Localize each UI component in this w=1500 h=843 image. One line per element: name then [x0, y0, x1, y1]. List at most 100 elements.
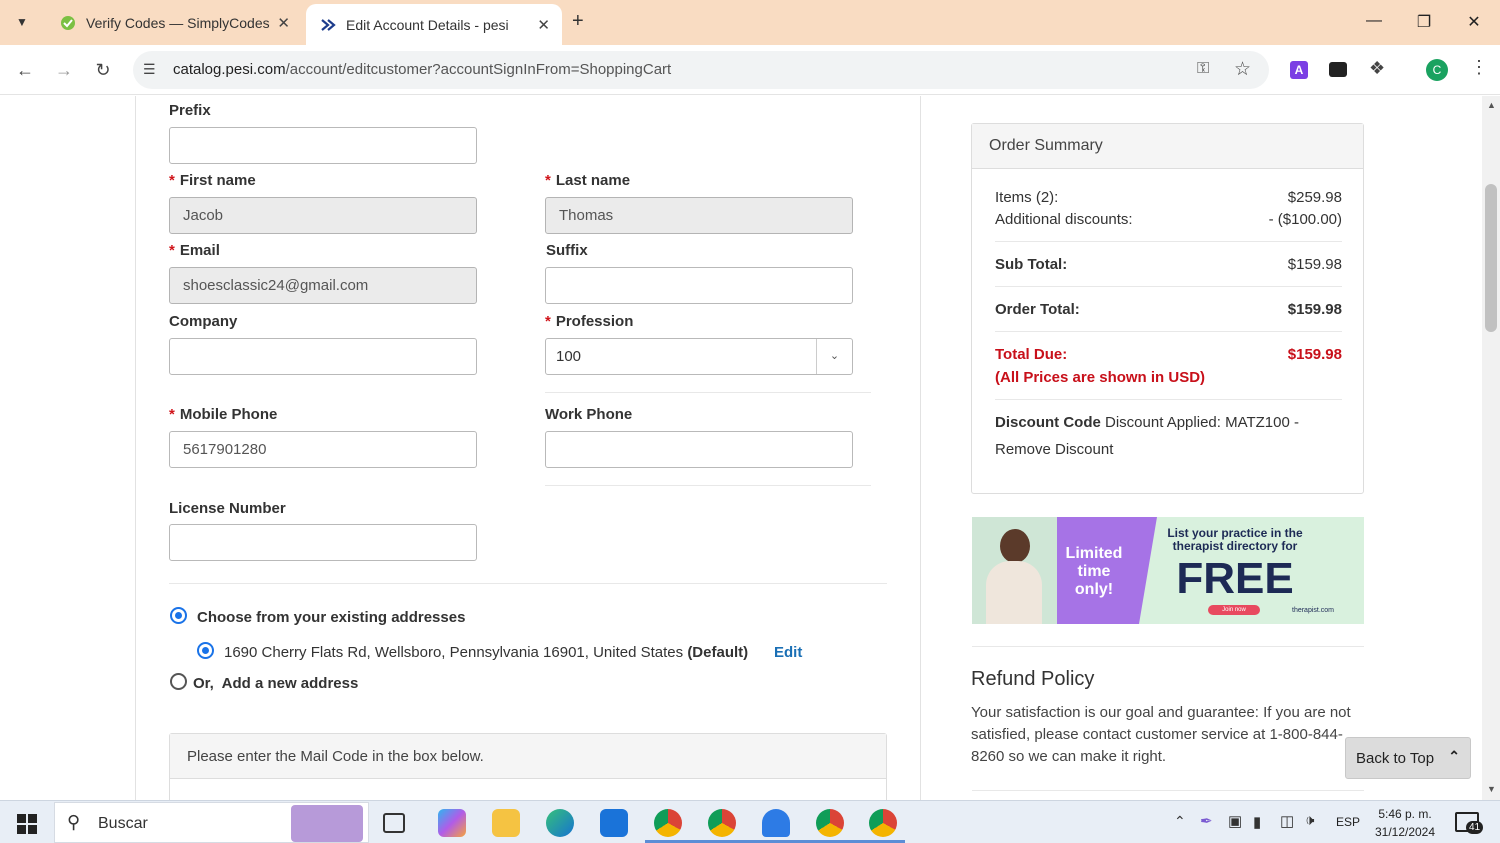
volume-icon[interactable]: 🕩 — [1305, 812, 1314, 829]
close-tab-icon[interactable]: ✕ — [537, 16, 550, 34]
chevron-down-icon[interactable]: ⌄ — [816, 339, 852, 374]
taskbar-search-placeholder: Buscar — [98, 815, 148, 832]
meet-icon[interactable]: ▣ — [1228, 812, 1242, 830]
language-indicator[interactable]: ESP — [1336, 815, 1360, 829]
divider — [972, 646, 1364, 647]
therapist-ad-banner[interactable]: Limited time only! List your practice in… — [972, 517, 1364, 624]
divider — [972, 790, 1364, 791]
ad-free: FREE — [1176, 554, 1294, 603]
tab-simplycodes[interactable]: Verify Codes — SimplyCodes ✕ — [46, 6, 302, 39]
extensions-puzzle-icon[interactable]: ❖ — [1369, 58, 1385, 79]
extension-a-icon[interactable]: A — [1290, 61, 1308, 79]
page-scrollbar[interactable]: ▲ ▼ — [1482, 96, 1500, 800]
windows-start-icon[interactable] — [17, 814, 37, 834]
refund-policy-title: Refund Policy — [971, 668, 1095, 690]
browser-toolbar: ← → ↻ ☰ catalog.pesi.com/account/editcus… — [0, 45, 1500, 95]
windows-taskbar: ⚲ Buscar ⌃ ✒ ▣ ▮ ◫ 🕩 ESP 5:46 p. m. 31/1… — [0, 800, 1500, 843]
center-border — [920, 96, 921, 800]
address-bar[interactable]: ☰ catalog.pesi.com/account/editcustomer?… — [133, 51, 1269, 89]
work-phone-input[interactable] — [545, 431, 853, 468]
ad-join-button[interactable]: Join now — [1208, 605, 1260, 615]
company-label: Company — [169, 313, 238, 330]
reload-icon[interactable]: ↻ — [92, 59, 114, 81]
forward-icon[interactable]: → — [53, 59, 75, 81]
work-phone-label: Work Phone — [545, 406, 633, 423]
app-arc-icon[interactable] — [762, 809, 790, 837]
scroll-down-arrow-icon[interactable]: ▼ — [1487, 784, 1496, 794]
ad-headline: List your practice in the therapist dire… — [1167, 526, 1303, 553]
chevron-up-icon: ⌃ — [1448, 748, 1460, 764]
tray-chevron-up-icon[interactable]: ⌃ — [1174, 813, 1186, 830]
company-input[interactable] — [169, 338, 477, 375]
simplycodes-icon — [60, 15, 76, 31]
mail-icon[interactable] — [600, 809, 628, 837]
scrollbar-thumb[interactable] — [1485, 184, 1497, 332]
subtotal-row: Sub Total: $159.98 — [995, 256, 1342, 273]
copilot-icon[interactable] — [438, 809, 466, 837]
network-icon[interactable]: ◫ — [1280, 812, 1294, 830]
email-input[interactable]: shoesclassic24@gmail.com — [169, 267, 477, 304]
taskbar-search-box[interactable]: ⚲ Buscar — [54, 802, 369, 843]
back-to-top-button[interactable]: Back to Top ⌃ — [1345, 737, 1471, 779]
tab-title: Verify Codes — SimplyCodes — [86, 14, 270, 31]
scroll-up-arrow-icon[interactable]: ▲ — [1487, 100, 1496, 110]
divider — [995, 241, 1342, 242]
close-window-icon[interactable]: ✕ — [1463, 12, 1485, 32]
mail-code-prompt: Please enter the Mail Code in the box be… — [170, 734, 886, 779]
chrome-a-icon[interactable] — [816, 809, 844, 837]
back-icon[interactable]: ← — [14, 59, 36, 81]
tab-strip: ▼ Verify Codes — SimplyCodes ✕ Edit Acco… — [0, 0, 1500, 45]
minimize-icon[interactable]: — — [1363, 12, 1385, 30]
file-explorer-icon[interactable] — [492, 809, 520, 837]
profession-select[interactable]: 100 ⌄ — [545, 338, 853, 375]
chrome-c-icon[interactable] — [708, 809, 736, 837]
last-name-label: * Last name — [545, 172, 631, 189]
edit-address-link[interactable]: Edit — [774, 644, 802, 661]
divider — [995, 399, 1342, 400]
prefix-input[interactable] — [169, 127, 477, 164]
restore-icon[interactable]: ❐ — [1413, 12, 1435, 32]
prefix-label: Prefix — [169, 102, 211, 119]
close-tab-icon[interactable]: ✕ — [277, 14, 290, 32]
clock[interactable]: 5:46 p. m. 31/12/2024 — [1370, 805, 1440, 841]
back-to-top-label: Back to Top — [1356, 750, 1435, 767]
suffix-input[interactable] — [545, 267, 853, 304]
new-tab-button[interactable]: + — [572, 10, 584, 33]
mobile-phone-input[interactable]: 5617901280 — [169, 431, 477, 468]
menu-kebab-icon[interactable]: ⋮ — [1470, 57, 1488, 78]
ad-limited-text: Limited time only! — [1065, 545, 1123, 598]
url-text[interactable]: catalog.pesi.com/account/editcustomer?ac… — [173, 61, 671, 78]
first-name-input[interactable]: Jacob — [169, 197, 477, 234]
site-info-icon[interactable]: ☰ — [143, 61, 156, 78]
order-summary-panel: Order Summary Items (2): $259.98 Addition… — [971, 123, 1364, 494]
existing-address-radio[interactable] — [197, 642, 214, 659]
items-row: Items (2): $259.98 — [995, 189, 1342, 206]
password-key-icon[interactable]: ⚿ — [1197, 60, 1209, 78]
pen-icon[interactable]: ✒ — [1200, 812, 1213, 830]
choose-existing-radio[interactable] — [170, 607, 187, 624]
battery-icon[interactable]: ▮ — [1253, 813, 1261, 831]
profession-value: 100 — [556, 348, 582, 365]
add-new-address-radio[interactable] — [170, 673, 187, 690]
task-view-icon[interactable] — [383, 813, 405, 833]
chrome-profile-icon[interactable] — [654, 809, 682, 837]
edge-icon[interactable] — [546, 809, 574, 837]
license-number-input[interactable] — [169, 524, 477, 561]
search-highlight-icon — [291, 805, 363, 842]
mail-code-panel: Please enter the Mail Code in the box be… — [169, 733, 887, 800]
divider — [169, 583, 887, 584]
tab-search-button[interactable]: ▼ — [10, 10, 34, 34]
page-content: Prefix * First name Jacob * Last name Thom… — [0, 96, 1482, 800]
profile-avatar[interactable]: C — [1426, 59, 1448, 81]
chrome-j-icon[interactable] — [869, 809, 897, 837]
tab-pesi[interactable]: Edit Account Details - pesi ✕ — [306, 4, 562, 45]
bookmark-star-icon[interactable]: ☆ — [1234, 58, 1251, 81]
last-name-input[interactable]: Thomas — [545, 197, 853, 234]
divider — [545, 485, 871, 486]
remove-discount-link[interactable]: Remove Discount — [995, 441, 1113, 458]
license-number-label: License Number — [169, 500, 286, 517]
extension-icon[interactable] — [1329, 62, 1347, 77]
existing-address: 1690 Cherry Flats Rd, Wellsboro, Pennsyl… — [224, 644, 749, 661]
clock-date: 31/12/2024 — [1374, 825, 1436, 839]
profession-label: * Profession — [545, 313, 634, 330]
